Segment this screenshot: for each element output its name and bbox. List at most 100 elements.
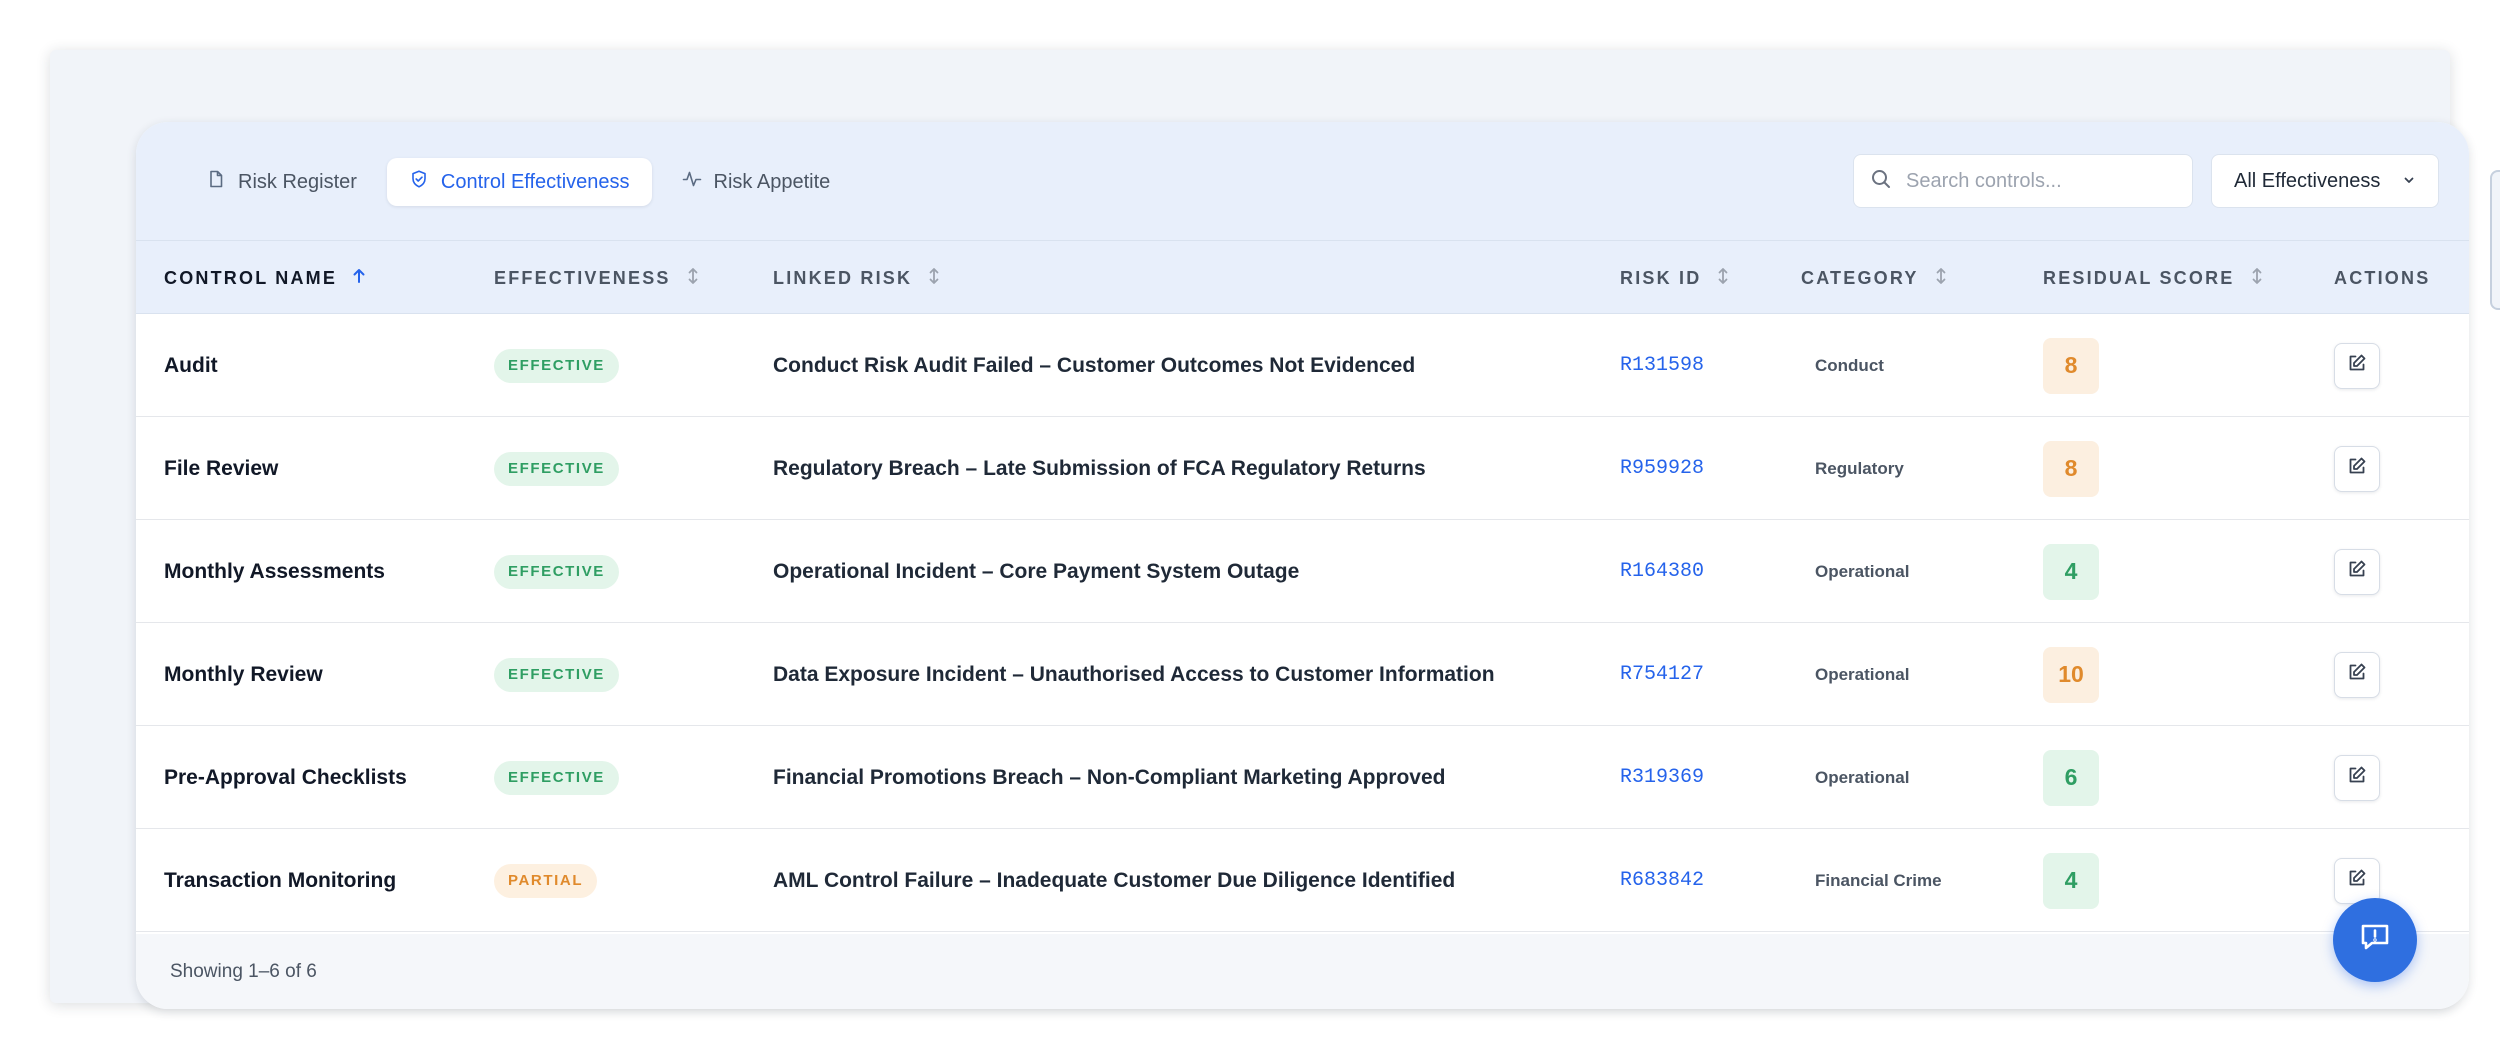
- edit-button[interactable]: [2334, 548, 2380, 595]
- shield-check-icon: [409, 169, 429, 195]
- column-header-residual-score[interactable]: RESIDUAL SCORE: [2043, 241, 2265, 315]
- column-label: RISK ID: [1620, 267, 1702, 288]
- sort-icon: [1933, 266, 1949, 291]
- risk-id-link[interactable]: R959928: [1620, 417, 1704, 520]
- edit-button[interactable]: [2334, 651, 2380, 698]
- table-row: Pre-Approval Checklists EFFECTIVE Financia…: [136, 726, 2469, 829]
- column-label: LINKED RISK: [773, 267, 913, 288]
- residual-score-badge: 4: [2043, 852, 2099, 909]
- residual-score-cell: 4: [2043, 829, 2099, 932]
- column-label: EFFECTIVENESS: [494, 267, 671, 288]
- linked-risk: Operational Incident – Core Payment Syst…: [773, 559, 1300, 583]
- tab-label: Risk Register: [238, 170, 357, 193]
- edit-button[interactable]: [2334, 857, 2380, 904]
- category: Regulatory: [1815, 458, 1904, 478]
- sort-icon: [1715, 266, 1731, 291]
- edit-icon: [2346, 558, 2368, 585]
- effectiveness-badge: PARTIAL: [494, 863, 598, 898]
- document-icon: [206, 169, 226, 195]
- scrollbar-handle[interactable]: [2490, 170, 2500, 310]
- residual-score-cell: 10: [2043, 623, 2099, 726]
- linked-risk: Regulatory Breach – Late Submission of F…: [773, 456, 1426, 480]
- effectiveness-cell: EFFECTIVE: [494, 726, 619, 829]
- table-row: Audit EFFECTIVE Conduct Risk Audit Failed …: [136, 314, 2469, 417]
- edit-button[interactable]: [2334, 445, 2380, 492]
- column-label: RESIDUAL SCORE: [2043, 267, 2235, 288]
- effectiveness-cell: EFFECTIVE: [494, 314, 619, 417]
- control-name: File Review: [164, 456, 279, 480]
- linked-risk: Data Exposure Incident – Unauthorised Ac…: [773, 662, 1495, 686]
- actions-cell: [2334, 417, 2380, 520]
- edit-button[interactable]: [2334, 754, 2380, 801]
- sort-ascending-icon: [351, 266, 367, 291]
- edit-icon: [2346, 764, 2368, 791]
- edit-button[interactable]: [2334, 342, 2380, 389]
- edit-icon: [2346, 352, 2368, 379]
- risk-id-link[interactable]: R164380: [1620, 520, 1704, 623]
- chevron-down-icon: [2402, 170, 2416, 193]
- controls-card: Risk Register Control Effectiveness Risk…: [136, 122, 2469, 1009]
- risk-id-link[interactable]: R131598: [1620, 314, 1704, 417]
- category: Operational: [1815, 664, 1910, 684]
- category: Financial Crime: [1815, 870, 1942, 890]
- tab-control-effectiveness[interactable]: Control Effectiveness: [386, 158, 652, 206]
- column-label: CATEGORY: [1801, 267, 1919, 288]
- linked-risk: Conduct Risk Audit Failed – Customer Out…: [773, 353, 1416, 377]
- category: Conduct: [1815, 355, 1884, 375]
- sort-icon: [926, 266, 942, 291]
- category: Operational: [1815, 561, 1910, 581]
- linked-risk: AML Control Failure – Inadequate Custome…: [773, 868, 1456, 892]
- chat-button[interactable]: [2333, 898, 2417, 982]
- column-header-linked-risk[interactable]: LINKED RISK: [773, 241, 942, 315]
- risk-id-link[interactable]: R683842: [1620, 829, 1704, 932]
- effectiveness-badge: EFFECTIVE: [494, 554, 619, 589]
- tab-risk-register[interactable]: Risk Register: [184, 158, 379, 206]
- table-row: Transaction Monitoring PARTIAL AML Control…: [136, 829, 2469, 932]
- filter-selected-value: All Effectiveness: [2234, 169, 2381, 192]
- control-name: Monthly Assessments: [164, 559, 385, 583]
- category: Operational: [1815, 767, 1910, 787]
- linked-risk: Financial Promotions Breach – Non-Compli…: [773, 765, 1446, 789]
- effectiveness-filter-select[interactable]: All Effectiveness: [2211, 154, 2439, 208]
- column-header-risk-id[interactable]: RISK ID: [1620, 241, 1731, 315]
- search-input[interactable]: [1906, 169, 2166, 193]
- effectiveness-cell: EFFECTIVE: [494, 520, 619, 623]
- column-header-category[interactable]: CATEGORY: [1801, 241, 1949, 315]
- actions-cell: [2334, 314, 2380, 417]
- edit-icon: [2346, 455, 2368, 482]
- table-footer: Showing 1–6 of 6: [136, 934, 2469, 1009]
- tab-label: Control Effectiveness: [440, 170, 630, 193]
- column-header-actions: ACTIONS: [2334, 241, 2430, 315]
- control-name: Audit: [164, 353, 218, 377]
- table-row: File Review EFFECTIVE Regulatory Breach – …: [136, 417, 2469, 520]
- residual-score-badge: 8: [2043, 440, 2099, 497]
- table-header: CONTROL NAME EFFECTIVENESS LINKED RISK R…: [136, 240, 2469, 314]
- chat-alert-icon: [2356, 919, 2394, 962]
- residual-score-badge: 8: [2043, 337, 2099, 394]
- actions-cell: [2334, 726, 2380, 829]
- column-header-effectiveness[interactable]: EFFECTIVENESS: [494, 241, 701, 315]
- residual-score-cell: 8: [2043, 314, 2099, 417]
- search-box: [1853, 154, 2193, 208]
- control-name: Pre-Approval Checklists: [164, 765, 407, 789]
- effectiveness-badge: EFFECTIVE: [494, 451, 619, 486]
- column-label: ACTIONS: [2334, 267, 2431, 288]
- tab-label: Risk Appetite: [713, 170, 831, 193]
- effectiveness-cell: EFFECTIVE: [494, 417, 619, 520]
- effectiveness-badge: EFFECTIVE: [494, 657, 619, 692]
- residual-score-badge: 4: [2043, 543, 2099, 600]
- edit-icon: [2346, 867, 2368, 894]
- activity-icon: [682, 169, 702, 195]
- column-header-control-name[interactable]: CONTROL NAME: [164, 241, 367, 315]
- residual-score-cell: 6: [2043, 726, 2099, 829]
- risk-id-link[interactable]: R319369: [1620, 726, 1704, 829]
- search-icon: [1870, 168, 1892, 195]
- residual-score-badge: 10: [2043, 646, 2099, 703]
- tab-bar: Risk Register Control Effectiveness Risk…: [184, 158, 852, 206]
- pagination-summary: Showing 1–6 of 6: [170, 960, 317, 982]
- risk-id-link[interactable]: R754127: [1620, 623, 1704, 726]
- actions-cell: [2334, 623, 2380, 726]
- effectiveness-badge: EFFECTIVE: [494, 348, 619, 383]
- actions-cell: [2334, 520, 2380, 623]
- tab-risk-appetite[interactable]: Risk Appetite: [660, 158, 853, 206]
